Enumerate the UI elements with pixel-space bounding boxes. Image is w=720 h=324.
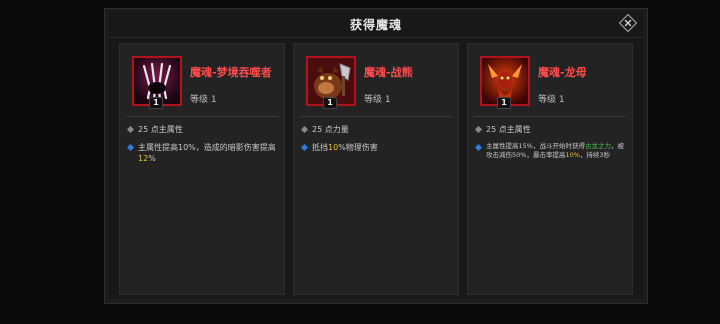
card-divider (474, 116, 626, 117)
diamond-bullet-icon (126, 125, 135, 134)
effect-highlight: 12 (138, 154, 149, 163)
card-level: 等级 1 (190, 95, 217, 105)
effect-text-part: 主属性提高15%，战斗开始时获得 (486, 142, 585, 150)
soul-reward-dialog: 获得魔魂 1 魔魂-梦境吞噬者 等级 1 25 点主属性 主属性提高10%，造成… (104, 8, 648, 304)
card-title: 魔魂-战熊 (364, 66, 413, 79)
effect-highlight: 10 (328, 143, 339, 152)
card-header: 1 魔魂-战熊 等级 1 (306, 56, 452, 109)
card-level: 等级 1 (538, 95, 565, 105)
stat-text: 25 点力量 (312, 125, 349, 134)
stat-line: 25 点力量 (300, 124, 452, 135)
close-x-diamond-icon (618, 13, 638, 33)
card-title: 魔魂-梦境吞噬者 (190, 66, 272, 79)
blue-diamond-bullet-icon (126, 143, 135, 152)
effect-line: 主属性提高15%，战斗开始时获得古龙之力，被攻击减伤50%，暴击率提高10%，持… (474, 142, 626, 160)
card-header: 1 魔魂-梦境吞噬者 等级 1 (132, 56, 278, 109)
stat-line: 25 点主属性 (126, 124, 278, 135)
soul-card-dragon-mother[interactable]: 1 魔魂-龙母 等级 1 25 点主属性 主属性提高15%，战斗开始时获得古龙之… (467, 43, 633, 295)
stat-line: 25 点主属性 (474, 124, 626, 135)
card-level: 等级 1 (364, 95, 391, 105)
effect-highlight-green: 古龙之力 (584, 142, 611, 150)
effect-text-part: % (148, 154, 156, 163)
portrait-level-badge: 1 (497, 97, 511, 109)
blue-diamond-bullet-icon (300, 143, 309, 152)
dialog-title-bar: 获得魔魂 (109, 11, 643, 37)
effect-text-part: %物理伤害 (338, 143, 378, 152)
diamond-bullet-icon (300, 125, 309, 134)
portrait-level-badge: 1 (323, 97, 337, 109)
stat-text: 25 点主属性 (486, 125, 531, 134)
card-divider (300, 116, 452, 117)
soul-card-dream-devourer[interactable]: 1 魔魂-梦境吞噬者 等级 1 25 点主属性 主属性提高10%，造成的暗影伤害… (119, 43, 285, 295)
card-title: 魔魂-龙母 (538, 66, 587, 79)
diamond-bullet-icon (474, 125, 483, 134)
effect-text-part: 抵挡 (312, 143, 328, 152)
portrait-level-badge: 1 (149, 97, 163, 109)
effect-line: 主属性提高10%，造成的暗影伤害提高 12% (126, 142, 278, 164)
card-header: 1 魔魂-龙母 等级 1 (480, 56, 626, 109)
effect-line: 抵挡10%物理伤害 (300, 142, 452, 153)
blue-diamond-bullet-icon (474, 143, 483, 152)
header-divider (109, 37, 643, 38)
effect-highlight: 10% (565, 151, 580, 159)
soul-card-war-bear[interactable]: 1 魔魂-战熊 等级 1 25 点力量 抵挡10%物理伤害 (293, 43, 459, 295)
game-scene: 获得魔魂 1 魔魂-梦境吞噬者 等级 1 25 点主属性 主属性提高10%，造成… (0, 0, 720, 324)
effect-text-part: ，持续3秒 (579, 151, 611, 159)
effect-text-part: 主属性提高10%，造成的暗影伤害提高 (138, 143, 276, 152)
effect-text: 主属性提高15%，战斗开始时获得古龙之力，被攻击减伤50%，暴击率提高10%，持… (486, 142, 626, 160)
dialog-body: 获得魔魂 1 魔魂-梦境吞噬者 等级 1 25 点主属性 主属性提高10%，造成… (109, 11, 643, 299)
close-button[interactable] (617, 12, 639, 34)
stat-text: 25 点主属性 (138, 125, 183, 134)
dialog-title: 获得魔魂 (349, 17, 402, 32)
effect-text: 抵挡10%物理伤害 (312, 142, 378, 153)
card-divider (126, 116, 278, 117)
effect-text: 主属性提高10%，造成的暗影伤害提高 12% (138, 142, 278, 164)
